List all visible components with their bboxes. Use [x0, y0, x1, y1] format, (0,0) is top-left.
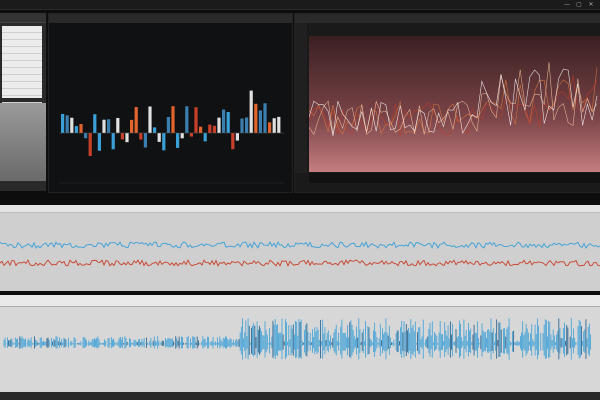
panel-title: [49, 14, 292, 23]
bar-mark: [139, 133, 143, 140]
line-chart-panel: [294, 13, 600, 193]
bar-mark: [180, 133, 184, 139]
sidebar: [0, 13, 47, 191]
window-controls: — ▢ ✕: [564, 1, 594, 8]
waveform-strip: [0, 205, 600, 291]
waveform-line: [0, 259, 600, 267]
bar-mark: [254, 103, 258, 133]
bar-mark: [199, 126, 203, 133]
sidebar-sheet[interactable]: [2, 26, 42, 103]
bar-mark: [97, 133, 101, 151]
bar-mark: [65, 115, 69, 133]
bar-mark: [79, 124, 83, 133]
minimize-icon[interactable]: —: [564, 1, 570, 8]
series-line: [308, 67, 598, 135]
series-line: [308, 62, 598, 136]
plot-toolbar[interactable]: [295, 23, 307, 173]
bar-mark: [208, 124, 212, 133]
bar-mark: [93, 114, 97, 133]
bar-mark: [70, 117, 74, 133]
bar-mark: [157, 133, 161, 142]
bar-mark: [272, 118, 276, 133]
bar-mark: [258, 110, 262, 133]
bar-mark: [107, 119, 111, 133]
plot-footer: [309, 173, 600, 183]
bar-mark: [176, 133, 180, 148]
bar-mark: [84, 133, 88, 139]
close-icon[interactable]: ✕: [588, 1, 594, 8]
status-bar: [0, 392, 600, 400]
bar-mark: [222, 109, 226, 133]
bar-mark: [88, 133, 92, 156]
bar-mark: [102, 119, 106, 133]
bar-mark: [194, 107, 198, 133]
channel-area: [0, 295, 600, 400]
bar-mark: [226, 112, 230, 133]
bar-mark: [162, 133, 166, 151]
sidebar-preview: [0, 103, 46, 181]
bar-mark: [249, 90, 253, 133]
bar-mark: [277, 116, 281, 133]
bar-mark: [212, 125, 216, 133]
bar-mark: [61, 113, 65, 133]
panel-title: [295, 14, 600, 23]
bar-mark: [116, 117, 120, 133]
maximize-icon[interactable]: ▢: [576, 1, 582, 8]
bar-mark: [217, 117, 221, 133]
waveform-line: [0, 241, 600, 249]
line-plot: [308, 36, 600, 172]
bar-mark: [171, 106, 175, 133]
bar-mark: [185, 106, 189, 133]
bar-mark: [231, 133, 235, 150]
bar-mark: [143, 133, 147, 148]
bar-mark: [189, 133, 193, 137]
bar-mark: [166, 116, 170, 133]
bar-mark: [120, 133, 124, 140]
bar-mark: [74, 126, 78, 133]
bar-mark: [125, 133, 129, 143]
bar-mark: [268, 122, 272, 133]
window-titlebar: — ▢ ✕: [0, 0, 600, 10]
sidebar-header: [0, 13, 46, 23]
bar-mark: [134, 107, 138, 133]
bar-mark: [263, 103, 267, 133]
bar-chart-panel: [48, 13, 293, 193]
bar-mark: [148, 106, 152, 133]
bar-mark: [153, 127, 157, 133]
bar-chart: [59, 90, 284, 184]
bar-mark: [111, 133, 115, 150]
bar-mark: [245, 117, 249, 133]
bar-mark: [203, 133, 207, 142]
bar-mark: [130, 119, 134, 133]
bar-mark: [235, 133, 239, 141]
bar-mark: [240, 118, 244, 133]
strip-header: [0, 205, 600, 213]
series-line: [308, 68, 598, 136]
